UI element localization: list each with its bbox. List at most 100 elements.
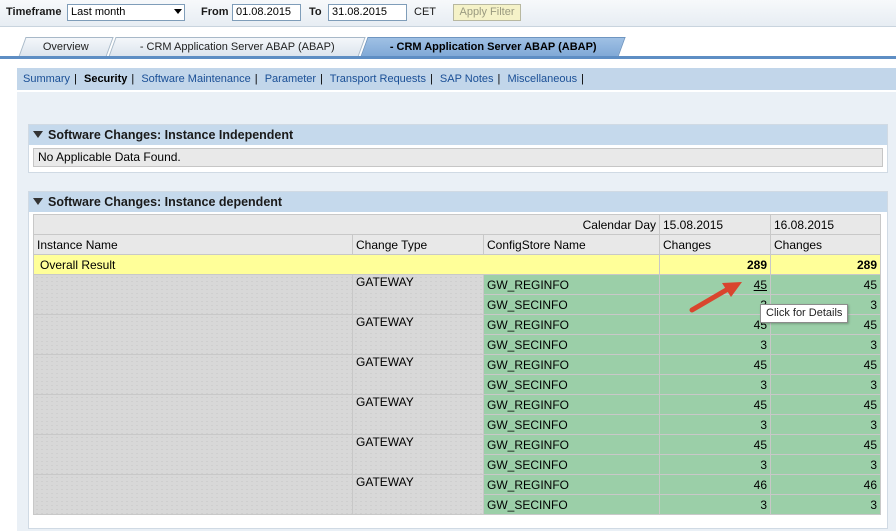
changes-link[interactable]: 45 (754, 278, 767, 292)
timeframe-label: Timeframe (6, 6, 62, 18)
sub-navigation: Summary | Security | Software Maintenance |… (17, 68, 896, 90)
change-type-cell: GATEWAY (352, 394, 484, 435)
chevron-down-icon (174, 9, 182, 14)
from-label: From (201, 6, 229, 18)
changes-value-cell[interactable]: 45 (770, 354, 881, 375)
instance-name-cell (33, 354, 353, 395)
changes-value[interactable]: 3 (760, 498, 767, 512)
change-type-cell: GATEWAY (352, 474, 484, 515)
table-row: GATEWAY GW_REGINFO 45 45 (33, 394, 881, 435)
apply-filter-button[interactable]: Apply Filter (453, 4, 521, 21)
changes-value-cell[interactable]: 3 (659, 374, 771, 395)
table-row: GATEWAY GW_REGINFO 45 45 (33, 434, 881, 475)
instance-name-cell (33, 274, 353, 315)
column-header-instance[interactable]: Instance Name (33, 234, 353, 255)
changes-value-cell[interactable]: 3 (770, 494, 881, 515)
calendar-day-label: Calendar Day (33, 214, 660, 235)
configstore-name-cell: GW_REGINFO (483, 434, 660, 455)
changes-value[interactable]: 3 (760, 378, 767, 392)
panel-header[interactable]: Software Changes: Instance Independent (29, 125, 887, 145)
tab-crm-server-2[interactable]: - CRM Application Server ABAP (ABAP) (360, 37, 626, 57)
change-type-cell: GATEWAY (352, 314, 484, 355)
change-type-cell: GATEWAY (352, 354, 484, 395)
results-table: Calendar Day 15.08.2015 16.08.2015 Insta… (33, 214, 881, 515)
changes-value-cell[interactable]: 46 (659, 474, 771, 495)
nav-transport-requests[interactable]: Transport Requests (330, 73, 426, 85)
overall-result-row: Overall Result 289 289 (33, 254, 881, 275)
to-date-field[interactable]: 31.08.2015 (328, 4, 407, 21)
configstore-name-cell: GW_REGINFO (483, 394, 660, 415)
tab-crm-server-1[interactable]: - CRM Application Server ABAP (ABAP) (108, 37, 366, 57)
nav-software-maintenance[interactable]: Software Maintenance (141, 73, 250, 85)
changes-value[interactable]: 3 (760, 418, 767, 432)
table-row: GATEWAY GW_REGINFO 45 45 (33, 274, 881, 315)
no-data-message: No Applicable Data Found. (33, 148, 883, 167)
changes-value-cell[interactable]: 46 (770, 474, 881, 495)
column-header-changes-1[interactable]: Changes (659, 234, 771, 255)
configstore-name-cell: GW_SECINFO (483, 454, 660, 475)
overall-result-label: Overall Result (33, 254, 660, 275)
column-header-changes-2[interactable]: Changes (770, 234, 881, 255)
changes-value-cell[interactable]: 45 (659, 394, 771, 415)
changes-value-cell[interactable]: 3 (659, 494, 771, 515)
changes-value[interactable]: 3 (760, 458, 767, 472)
configstore-name-cell: GW_SECINFO (483, 334, 660, 355)
changes-value-cell[interactable]: 3 (770, 374, 881, 395)
tabstrip-divider (0, 56, 896, 59)
configstore-name-cell: GW_REGINFO (483, 354, 660, 375)
changes-value-cell[interactable]: 3 (659, 334, 771, 355)
timeframe-value: Last month (71, 6, 126, 18)
panel-instance-independent: Software Changes: Instance Independent N… (28, 124, 888, 173)
changes-value-cell[interactable]: 45 (770, 394, 881, 415)
details-tooltip: Click for Details (760, 304, 849, 323)
changes-value-cell[interactable]: 3 (659, 414, 771, 435)
instance-name-cell (33, 474, 353, 515)
filter-bar: Timeframe Last month From 01.08.2015 To … (0, 0, 896, 27)
changes-value[interactable]: 3 (760, 338, 767, 352)
table-row: GATEWAY GW_REGINFO 46 46 (33, 474, 881, 515)
table-row: GATEWAY GW_REGINFO 45 45 (33, 354, 881, 395)
overall-result-value-2[interactable]: 289 (770, 254, 881, 275)
to-label: To (309, 6, 322, 18)
changes-value[interactable]: 45 (754, 358, 767, 372)
nav-miscellaneous[interactable]: Miscellaneous (507, 73, 577, 85)
change-type-cell: GATEWAY (352, 274, 484, 315)
annotation-arrow-icon (689, 282, 742, 313)
nav-summary[interactable]: Summary (23, 73, 70, 85)
timezone-label: CET (414, 6, 436, 18)
changes-value-cell[interactable]: 45 (770, 274, 881, 295)
date-column-2: 16.08.2015 (770, 214, 881, 235)
nav-parameter[interactable]: Parameter (265, 73, 316, 85)
changes-value-cell[interactable]: 45 (659, 434, 771, 455)
nav-security[interactable]: Security (84, 73, 127, 85)
date-column-1: 15.08.2015 (659, 214, 771, 235)
configstore-name-cell: GW_REGINFO (483, 474, 660, 495)
changes-value-cell[interactable]: 3 (770, 414, 881, 435)
collapse-triangle-icon[interactable] (33, 198, 43, 205)
configstore-name-cell: GW_SECINFO (483, 414, 660, 435)
changes-value-cell[interactable]: 3 (770, 334, 881, 355)
collapse-triangle-icon[interactable] (33, 131, 43, 138)
changes-value-cell[interactable]: 45 (770, 434, 881, 455)
changes-value[interactable]: 46 (754, 478, 767, 492)
changes-value[interactable]: 45 (754, 438, 767, 452)
panel-header[interactable]: Software Changes: Instance dependent (29, 192, 887, 212)
panel-title: Software Changes: Instance Independent (48, 128, 294, 142)
column-header-configstore[interactable]: ConfigStore Name (483, 234, 660, 255)
configstore-name-cell: GW_REGINFO (483, 274, 660, 295)
overall-result-value-1[interactable]: 289 (659, 254, 771, 275)
tab-overview[interactable]: Overview (18, 37, 114, 57)
changes-value-cell[interactable]: 3 (659, 454, 771, 475)
timeframe-select[interactable]: Last month (67, 4, 185, 21)
instance-name-cell (33, 314, 353, 355)
nav-sap-notes[interactable]: SAP Notes (440, 73, 494, 85)
changes-value[interactable]: 45 (754, 398, 767, 412)
from-date-field[interactable]: 01.08.2015 (232, 4, 301, 21)
table-header-row: Instance Name Change Type ConfigStore Na… (33, 234, 881, 255)
changes-value-cell[interactable]: 45 (659, 354, 771, 375)
table-header-row: Calendar Day 15.08.2015 16.08.2015 (33, 214, 881, 235)
table-row: GATEWAY GW_REGINFO 45 45 (33, 314, 881, 355)
changes-value-cell[interactable]: 45 (659, 314, 771, 335)
column-header-change-type[interactable]: Change Type (352, 234, 484, 255)
changes-value-cell[interactable]: 3 (770, 454, 881, 475)
